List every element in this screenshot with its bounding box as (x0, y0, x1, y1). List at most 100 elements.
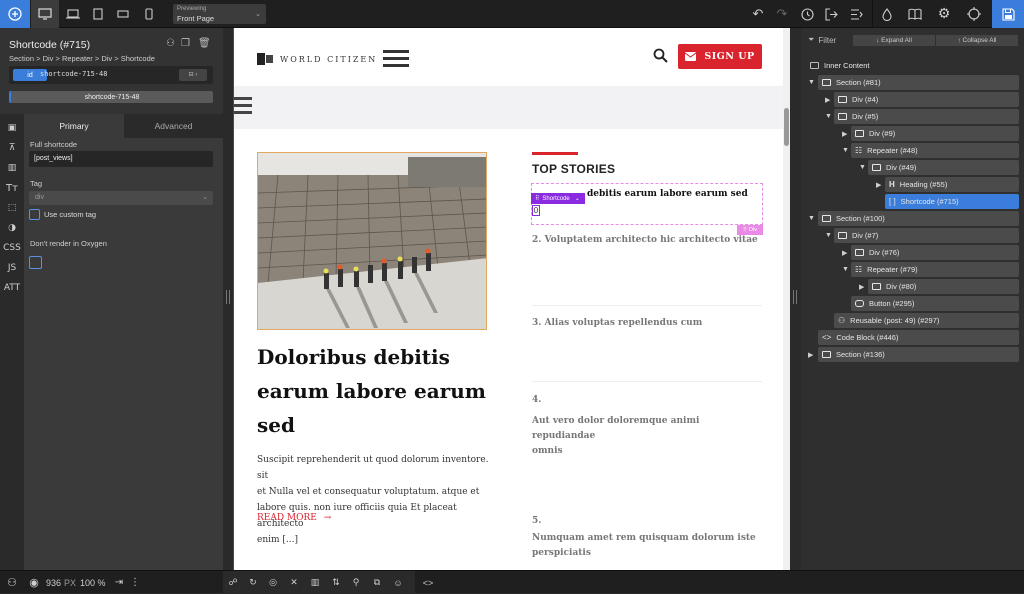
story-4-title[interactable]: Aut vero dolor doloremque animi repudian… (532, 414, 762, 459)
full-shortcode-input[interactable]: [post_views] (29, 151, 213, 167)
structure-icon[interactable]: ⚇ (4, 571, 20, 594)
caret-down-icon[interactable]: ▼ (808, 215, 815, 222)
laptop-view-icon[interactable] (59, 0, 87, 28)
refresh-icon[interactable]: ↻ (246, 571, 260, 594)
side-js[interactable]: JS (0, 258, 24, 278)
wireframe-icon[interactable]: ☍ (226, 571, 240, 594)
user-icon[interactable]: ☺ (391, 571, 405, 594)
selector-target-icon[interactable] (960, 0, 988, 28)
delete-icon[interactable]: 🗑 (198, 38, 211, 49)
caret-down-icon[interactable]: ▼ (842, 266, 849, 273)
tree-item[interactable]: Div (#80) (868, 279, 1019, 294)
tree-item[interactable]: Div (#7) (834, 228, 1019, 243)
drag-handle-icon[interactable]: ⠿ (743, 227, 747, 233)
selector-actions-icon[interactable]: ⊟ › (179, 69, 207, 81)
selector-bar[interactable]: shortcode-715-48 (9, 91, 213, 103)
caret-down-icon[interactable]: ▼ (825, 232, 832, 239)
tablet-view-icon[interactable] (84, 0, 112, 28)
caret-right-icon[interactable]: ▶ (842, 130, 847, 138)
preview-select[interactable]: Previewing Front Page ⌄ (173, 4, 266, 24)
story-5-title[interactable]: Numquam amet rem quisquam dolorum iste p… (532, 531, 762, 561)
tree-item[interactable]: <> Code Block (#446) (818, 330, 1019, 345)
search-icon[interactable] (653, 48, 668, 68)
columns-icon[interactable]: ▥ (308, 571, 322, 594)
tree-item[interactable]: Div (#9) (851, 126, 1019, 141)
exit-icon[interactable]: ⇥ (112, 571, 126, 594)
tree-item-selected[interactable]: [ ] Shortcode (#715) (885, 194, 1019, 209)
caret-down-icon[interactable]: ▼ (825, 113, 832, 120)
tree-inner-content[interactable]: Inner Content (806, 58, 1019, 73)
expand-all-button[interactable]: ↓ Expand All (853, 35, 935, 46)
structure-icon[interactable]: ⚇ (166, 38, 175, 49)
tree-item[interactable]: Section (#136) (818, 347, 1019, 362)
record-icon[interactable]: ◎ (266, 571, 280, 594)
story-1-title[interactable]: debitis earum labore earum sed (587, 189, 748, 199)
div-element-tag[interactable]: ⠿ Div (737, 225, 763, 235)
story-2-title[interactable]: 2. Voluptatem architecto hic architecto … (532, 235, 758, 245)
tag-select[interactable]: div ⌄ (29, 191, 213, 205)
library-icon[interactable] (901, 0, 929, 28)
scrollbar-thumb[interactable] (784, 108, 789, 146)
close-icon[interactable]: ✕ (287, 571, 301, 594)
caret-down-icon[interactable]: ▼ (808, 79, 815, 86)
caret-right-icon[interactable]: ▶ (808, 351, 813, 359)
side-att[interactable]: ATT (0, 278, 24, 298)
site-logo[interactable]: WORLD CITIZEN (256, 48, 410, 70)
tree-item[interactable]: Section (#100) (818, 211, 1019, 226)
external-link-icon[interactable]: ⧉ (370, 571, 384, 594)
tree-item[interactable]: Button (#295) (851, 296, 1019, 311)
left-resize-handle[interactable] (223, 28, 233, 570)
eye-icon[interactable]: ◉ (26, 571, 42, 594)
custom-tag-checkbox[interactable] (29, 209, 40, 220)
hamburger-menu-icon[interactable] (383, 48, 410, 70)
redo-icon[interactable]: ↷ (768, 0, 796, 28)
canvas-width-value[interactable]: 936 (46, 571, 61, 594)
collapse-all-button[interactable]: ↑ Collapse All (936, 35, 1018, 46)
structure-toggle-icon[interactable] (842, 0, 870, 28)
tree-item[interactable]: Div (#76) (851, 245, 1019, 260)
drag-handle-icon[interactable]: ⠿ (535, 195, 539, 202)
phone-view-icon[interactable] (135, 0, 163, 28)
zoom-icon[interactable]: ⚲ (349, 571, 363, 594)
add-icon[interactable] (0, 0, 30, 28)
tree-item[interactable]: Div (#4) (834, 92, 1019, 107)
tree-item[interactable]: ☷ Repeater (#79) (851, 262, 1019, 277)
caret-down-icon[interactable]: ▼ (859, 164, 866, 171)
tree-item[interactable]: Div (#5) (834, 109, 1019, 124)
exit-icon[interactable] (817, 0, 845, 28)
story-3-title[interactable]: 3. Alias voluptas repellendus cum (532, 318, 702, 328)
signup-button[interactable]: SIGN UP (678, 44, 762, 69)
dont-render-checkbox[interactable] (29, 256, 42, 269)
breadcrumb[interactable]: Section > Div > Repeater > Div > Shortco… (9, 54, 155, 63)
settings-gear-icon[interactable]: ⚙ (930, 0, 958, 28)
selector-field[interactable]: id shortcode-715-48 ⊟ › (9, 66, 213, 84)
tree-item[interactable]: ☷ Repeater (#48) (851, 143, 1019, 158)
background-icon[interactable]: ▣ (0, 118, 24, 138)
chevron-down-icon[interactable]: ⌄ (575, 195, 580, 202)
filter-control[interactable]: ⏷ Filter (808, 35, 836, 45)
typography-icon[interactable]: Tт (0, 178, 24, 198)
tab-advanced[interactable]: Advanced (124, 114, 223, 138)
shortcode-element-tag[interactable]: ⠿ Shortcode ⌄ (531, 193, 585, 204)
more-options-icon[interactable]: ⋮ (130, 571, 140, 594)
effects-icon[interactable]: ◑ (0, 218, 24, 238)
tablet-landscape-icon[interactable] (109, 0, 137, 28)
tree-item[interactable]: H Heading (#55) (885, 177, 1019, 192)
caret-right-icon[interactable]: ▶ (842, 249, 847, 257)
feature-image[interactable] (257, 152, 487, 330)
read-more-link[interactable]: READ MORE → (257, 513, 331, 523)
tree-item[interactable]: ⚇ Reusable (post: 49) (#297) (834, 313, 1019, 328)
caret-right-icon[interactable]: ▶ (876, 181, 881, 189)
caret-down-icon[interactable]: ▼ (842, 147, 849, 154)
layout-icon[interactable]: ▥ (0, 158, 24, 178)
tree-item[interactable]: Div (#49) (868, 160, 1019, 175)
tab-primary[interactable]: Primary (24, 114, 124, 138)
hamburger-menu-icon[interactable] (234, 95, 252, 117)
caret-right-icon[interactable]: ▶ (825, 96, 830, 104)
save-icon[interactable] (992, 0, 1024, 28)
sort-icon[interactable]: ⇅ (329, 571, 343, 594)
side-css[interactable]: CSS (0, 238, 24, 258)
global-colors-icon[interactable] (873, 0, 901, 28)
right-resize-handle[interactable] (790, 28, 801, 570)
zoom-level[interactable]: 100 % (80, 571, 106, 594)
